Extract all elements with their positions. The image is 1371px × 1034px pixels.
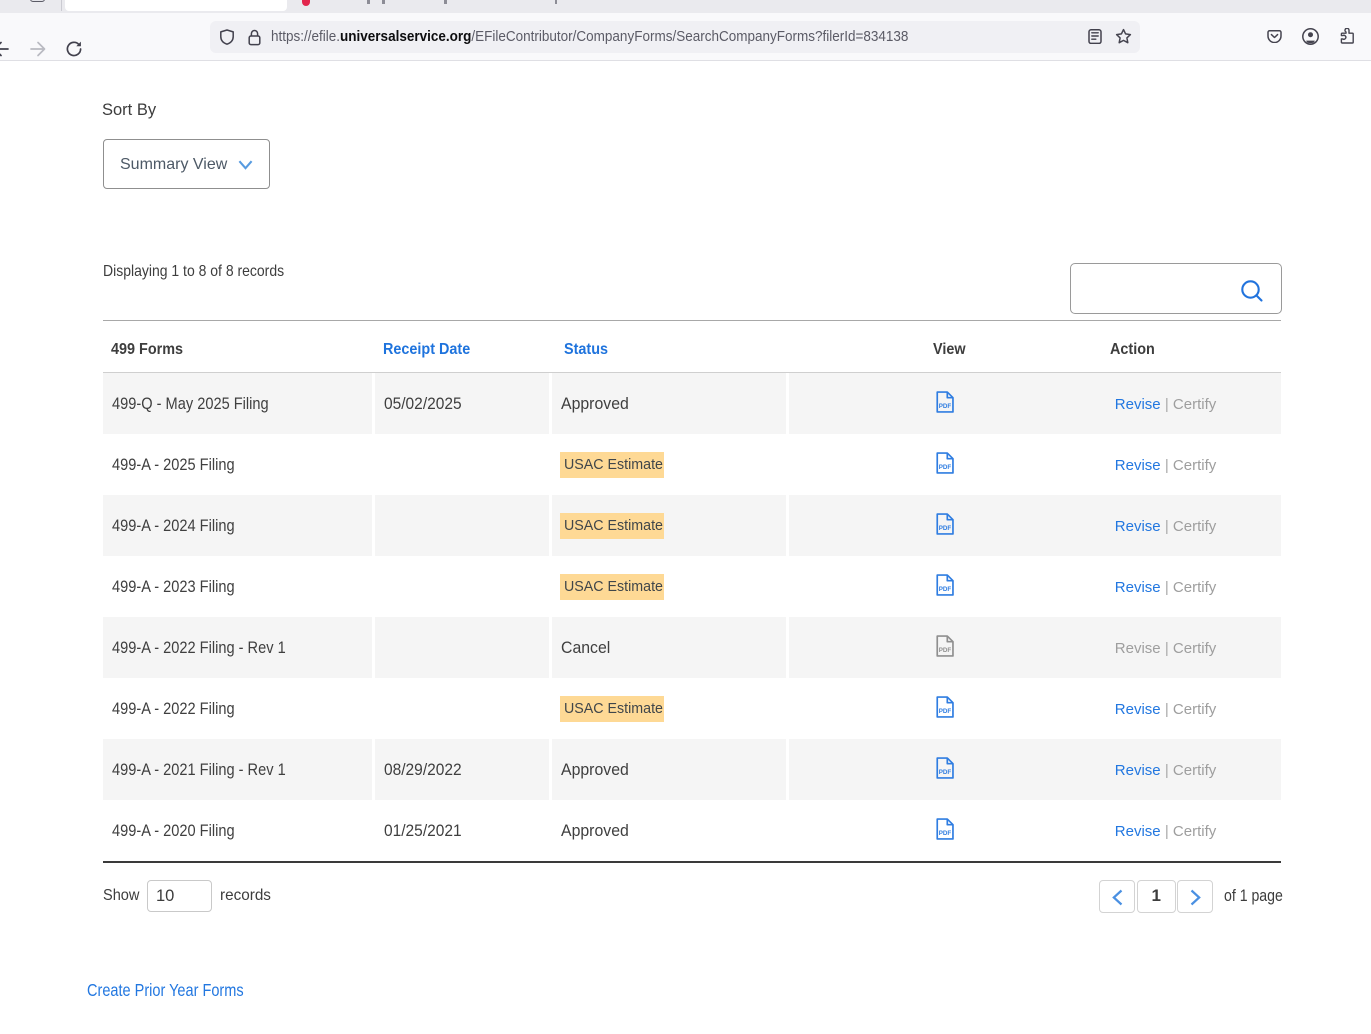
svg-text:PDF: PDF bbox=[939, 525, 952, 532]
svg-text:PDF: PDF bbox=[939, 769, 952, 776]
svg-text:PDF: PDF bbox=[939, 464, 952, 471]
svg-text:PDF: PDF bbox=[939, 708, 952, 715]
svg-text:PDF: PDF bbox=[939, 586, 952, 593]
svg-text:PDF: PDF bbox=[939, 830, 952, 837]
svg-text:PDF: PDF bbox=[939, 403, 952, 410]
svg-text:PDF: PDF bbox=[939, 647, 952, 654]
